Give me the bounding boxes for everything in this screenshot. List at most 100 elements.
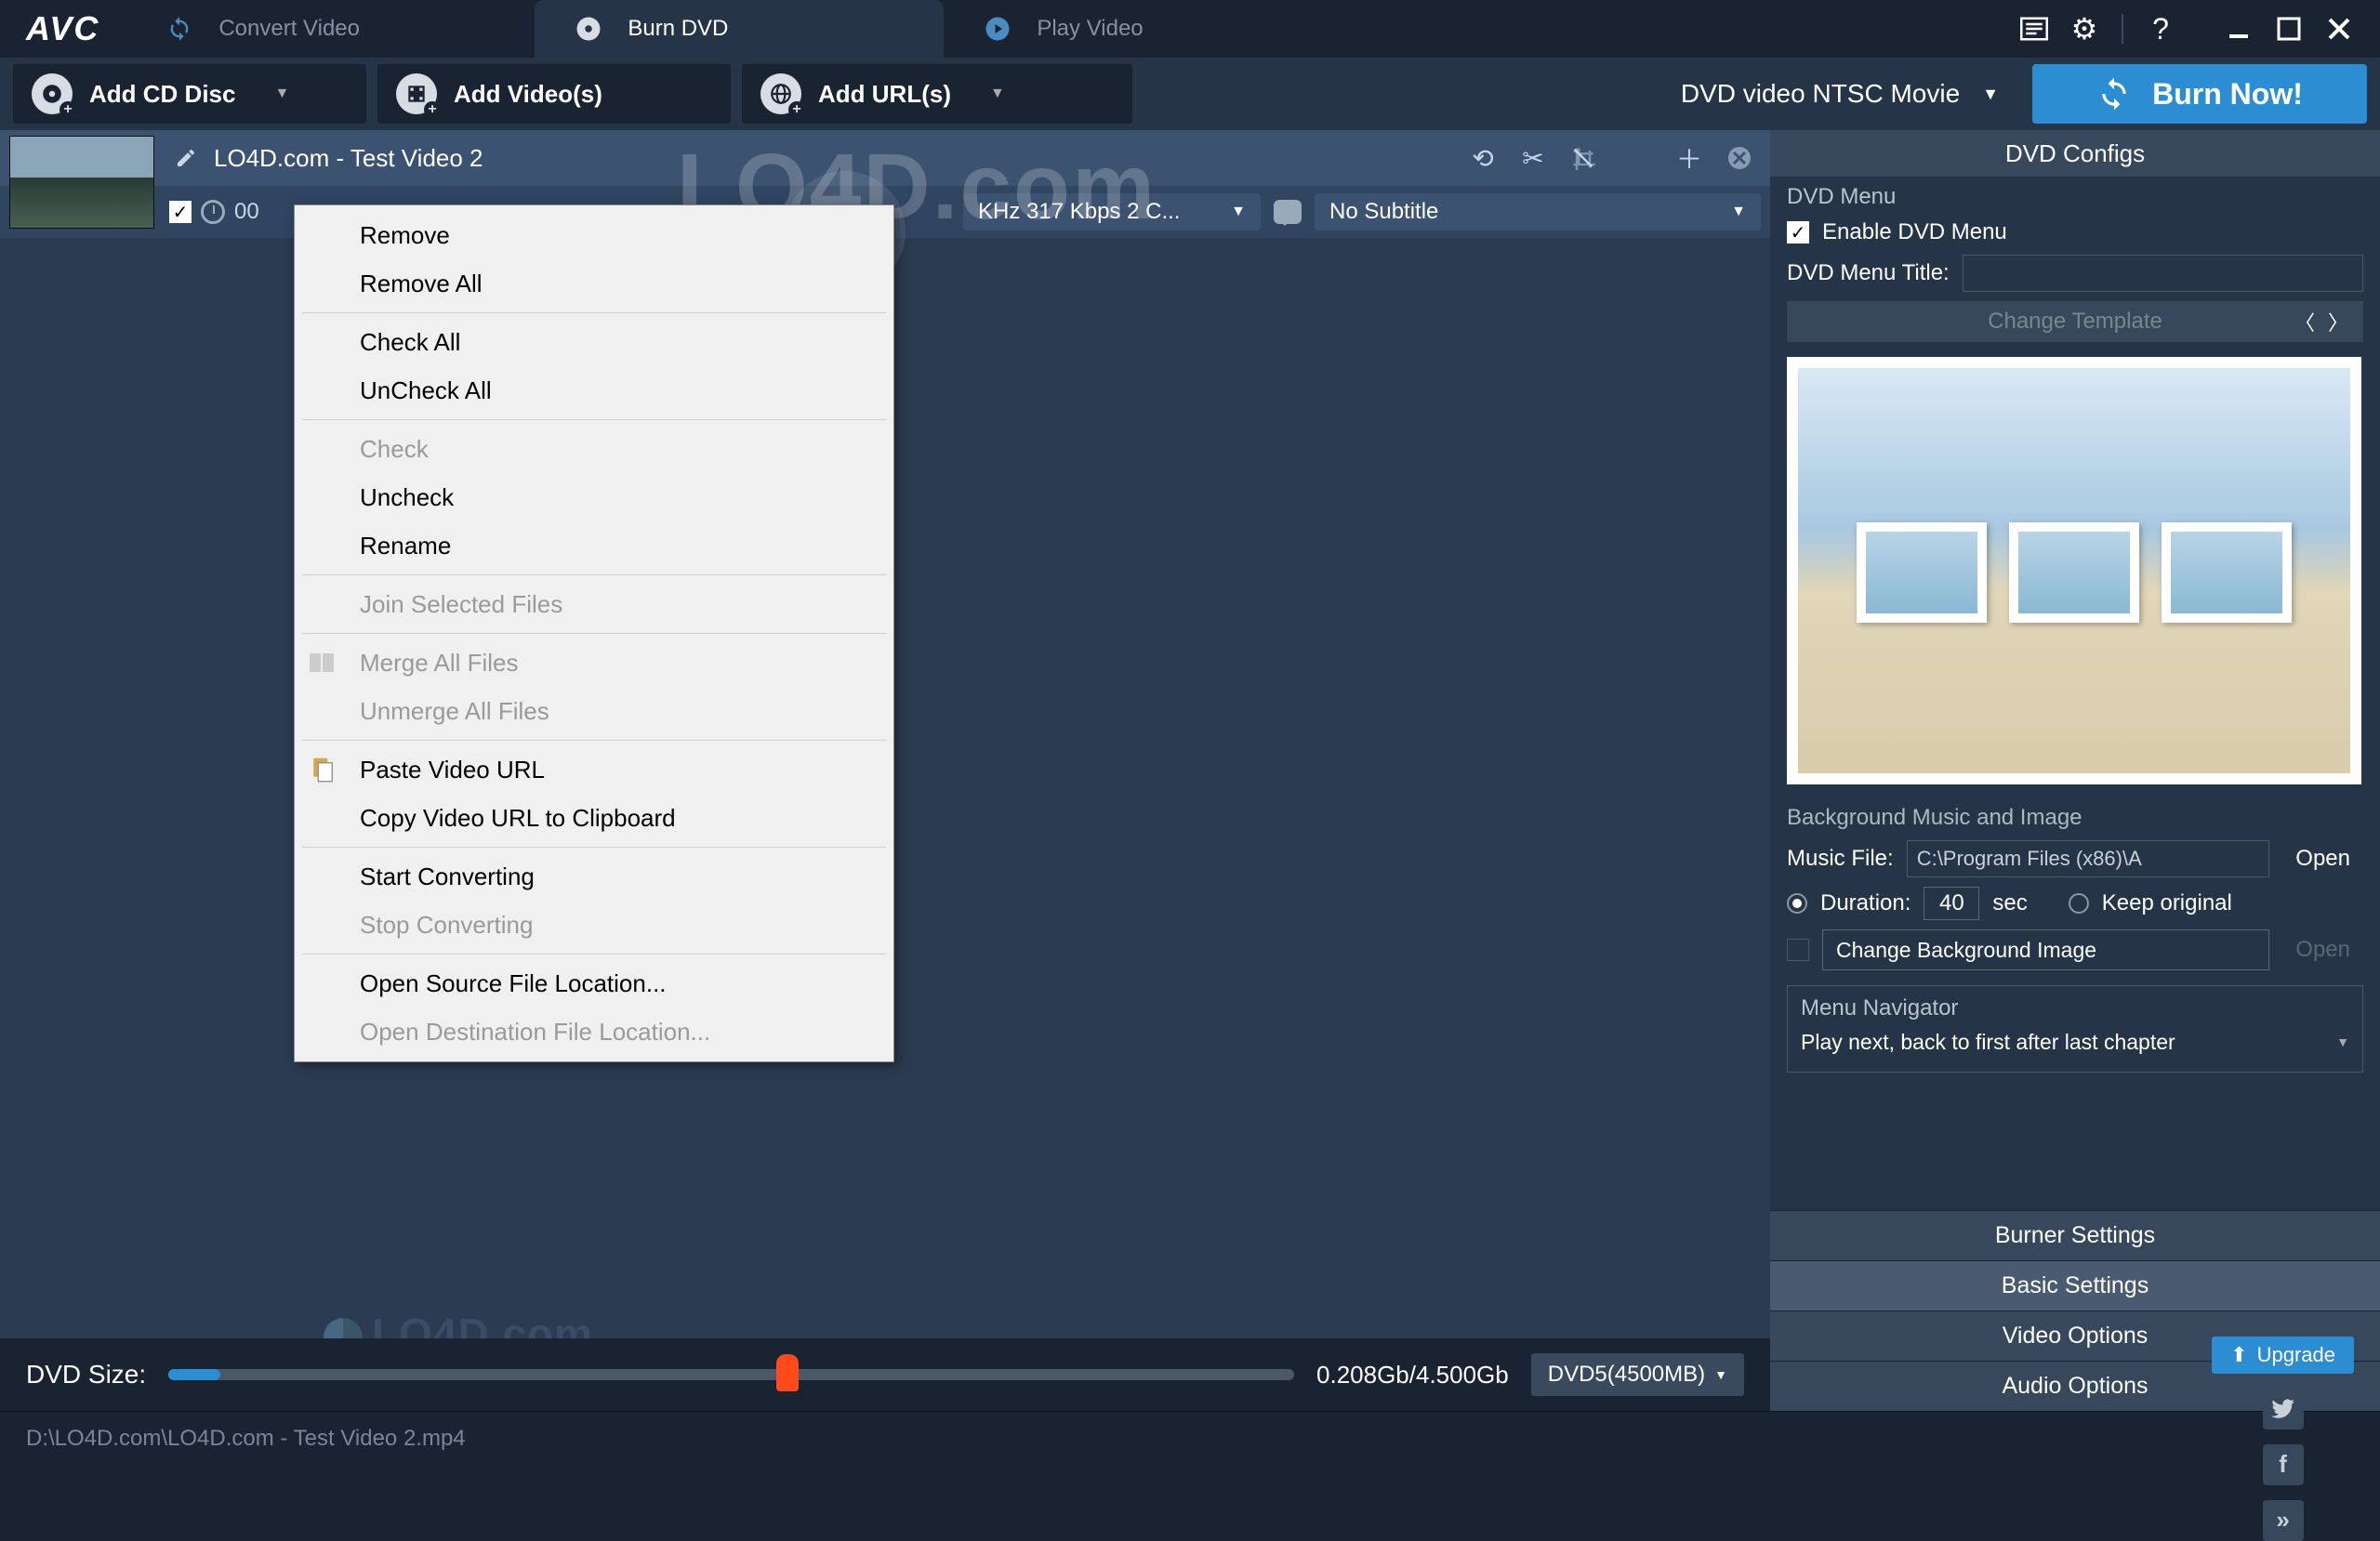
size-label: DVD Size: (26, 1360, 146, 1390)
duration-radio[interactable] (1787, 893, 1807, 914)
facebook-icon[interactable]: f (2263, 1444, 2304, 1485)
refresh-icon (165, 14, 194, 44)
subtitle-icon (1274, 200, 1302, 224)
add-videos-button[interactable]: Add Video(s) (377, 64, 731, 124)
template-preview[interactable] (1787, 357, 2361, 784)
status-path: D:\LO4D.com\LO4D.com - Test Video 2.mp4 (26, 1426, 466, 1452)
close-icon[interactable] (2319, 8, 2360, 49)
ctx-paste-url[interactable]: Paste Video URL (295, 745, 893, 794)
ctx-check-all[interactable]: Check All (295, 318, 893, 366)
radio-label: Duration: (1820, 890, 1911, 916)
template-prev-button[interactable]: 〈 (2291, 308, 2319, 336)
ctx-copy-url[interactable]: Copy Video URL to Clipboard (295, 794, 893, 842)
accordion-basic[interactable]: Basic Settings (1770, 1260, 2380, 1311)
dropdown-label: Play next, back to first after last chap… (1801, 1030, 2175, 1055)
field-label: Music File: (1787, 846, 1894, 872)
dvd-profile-dropdown[interactable]: DVD video NTSC Movie ▼ (1659, 66, 2021, 122)
log-icon[interactable] (2014, 8, 2055, 49)
maximize-icon[interactable] (2268, 8, 2309, 49)
gear-icon[interactable]: ⚙ (2064, 8, 2105, 49)
add-urls-button[interactable]: Add URL(s) ▼ (742, 64, 1132, 124)
video-checkbox[interactable]: ✓ (169, 201, 192, 223)
change-bg-button[interactable]: Change Background Image (1822, 929, 2269, 970)
ctx-remove[interactable]: Remove (295, 211, 893, 259)
music-file-field[interactable]: C:\Program Files (x86)\A (1907, 840, 2270, 877)
video-thumbnail[interactable] (9, 136, 154, 229)
subtitle-dropdown[interactable]: No Subtitle ▼ (1315, 193, 1761, 230)
ctx-remove-all[interactable]: Remove All (295, 259, 893, 308)
duration-input[interactable]: 40 (1924, 887, 1979, 920)
chevron-down-icon: ▼ (2336, 1034, 2349, 1049)
ctx-stop-convert: Stop Converting (295, 901, 893, 949)
paste-icon (308, 755, 337, 784)
help-icon[interactable]: ? (2140, 8, 2181, 49)
ctx-unmerge-all: Unmerge All Files (295, 687, 893, 735)
disc-icon (574, 14, 603, 44)
open-music-button[interactable]: Open (2282, 846, 2363, 872)
template-frame (1857, 522, 1987, 623)
chevron-down-icon: ▼ (1714, 1367, 1727, 1382)
chevron-down-icon: ▼ (990, 86, 1005, 102)
section-label: DVD Menu (1787, 184, 2363, 210)
tab-burn-dvd[interactable]: Burn DVD (535, 0, 944, 58)
keep-original-radio[interactable] (2069, 893, 2089, 914)
tab-play-video[interactable]: Play Video (944, 0, 1353, 58)
add-cd-disc-button[interactable]: Add CD Disc ▼ (13, 64, 366, 124)
tab-label: Play Video (1037, 16, 1143, 42)
pencil-icon[interactable] (175, 147, 197, 169)
remove-icon[interactable] (1724, 142, 1755, 174)
menu-navigator-dropdown[interactable]: Play next, back to first after last chap… (1801, 1021, 2349, 1062)
crop-icon[interactable] (1567, 142, 1599, 174)
template-next-button[interactable]: 〉 (2324, 308, 2352, 336)
video-list-panel: LO4D.com LO4D.com - Test Video 2 ⟲ ✂ ＋ ✓… (0, 130, 1770, 1411)
size-slider[interactable] (168, 1369, 1294, 1380)
ctx-open-dest: Open Destination File Location... (295, 1008, 893, 1056)
merge-icon (308, 648, 337, 678)
film-add-icon (396, 73, 437, 114)
menu-title-input[interactable] (1963, 255, 2363, 292)
button-label: Add CD Disc (89, 80, 235, 109)
ctx-open-source[interactable]: Open Source File Location... (295, 959, 893, 1008)
cut-icon[interactable]: ✂ (1517, 142, 1549, 174)
titlebar: AVC Convert Video Burn DVD Play Video ⚙ … (0, 0, 2380, 58)
audio-track-dropdown[interactable]: KHz 317 Kbps 2 C... ▼ (963, 193, 1261, 230)
twitter-icon[interactable] (2263, 1389, 2304, 1429)
video-title: LO4D.com - Test Video 2 (214, 144, 483, 173)
refresh-icon[interactable]: ⟲ (1467, 142, 1499, 174)
burn-now-button[interactable]: Burn Now! (2032, 64, 2367, 124)
ctx-rename[interactable]: Rename (295, 521, 893, 570)
disc-type-dropdown[interactable]: DVD5(4500MB) ▼ (1531, 1353, 1744, 1396)
accordion-burner[interactable]: Burner Settings (1770, 1210, 2380, 1260)
tab-convert-video[interactable]: Convert Video (126, 0, 535, 58)
tab-label: Convert Video (218, 16, 360, 42)
dropdown-label: KHz 317 Kbps 2 C... (978, 199, 1180, 225)
play-icon (983, 14, 1012, 44)
ctx-merge-all: Merge All Files (295, 639, 893, 687)
upgrade-icon: ⬆ (2230, 1343, 2247, 1367)
section-label: Background Music and Image (1787, 805, 2363, 831)
panel-header: DVD Configs (1770, 130, 2380, 177)
ctx-start-convert[interactable]: Start Converting (295, 852, 893, 901)
more-icon[interactable]: » (2263, 1500, 2304, 1541)
minimize-icon[interactable] (2218, 8, 2259, 49)
chevron-down-icon: ▼ (1231, 204, 1246, 220)
ctx-uncheck-all[interactable]: UnCheck All (295, 366, 893, 415)
tab-label: Burn DVD (628, 16, 728, 42)
chevron-down-icon: ▼ (1982, 85, 1999, 104)
upgrade-button[interactable]: ⬆ Upgrade (2212, 1337, 2354, 1374)
clock-icon (201, 200, 225, 224)
radio-label: Keep original (2102, 890, 2232, 916)
change-bg-checkbox[interactable] (1787, 939, 1809, 961)
size-text: 0.208Gb/4.500Gb (1316, 1361, 1509, 1390)
button-label: Add Video(s) (454, 80, 602, 109)
add-icon[interactable]: ＋ (1673, 142, 1705, 174)
button-label: Change Template (1988, 309, 2162, 335)
change-template-bar[interactable]: Change Template 〈 〉 (1787, 301, 2363, 342)
globe-add-icon (760, 73, 801, 114)
template-frame (2009, 522, 2139, 623)
size-marker-icon (776, 1354, 799, 1391)
ctx-uncheck[interactable]: Uncheck (295, 473, 893, 521)
context-menu: Remove Remove All Check All UnCheck All … (294, 204, 894, 1062)
ctx-join: Join Selected Files (295, 580, 893, 628)
enable-menu-checkbox[interactable]: ✓ (1787, 221, 1809, 244)
